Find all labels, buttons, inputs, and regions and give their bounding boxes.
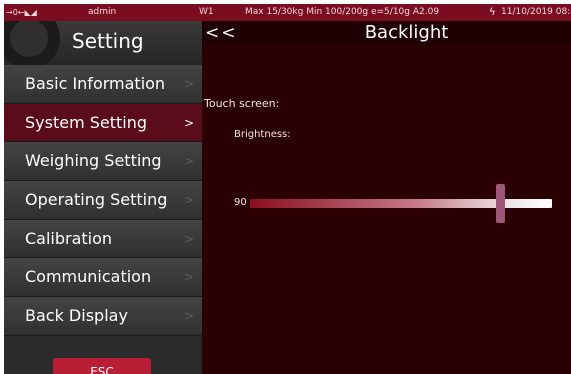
- sidebar-item-label: Operating Setting: [25, 190, 168, 210]
- sidebar-item-label: Weighing Setting: [25, 151, 162, 171]
- chevron-right-icon: >: [184, 115, 195, 130]
- settings-menu: Basic Information > System Setting > Wei…: [4, 65, 202, 336]
- chevron-right-icon: >: [184, 193, 195, 208]
- sidebar-item-label: System Setting: [25, 112, 148, 132]
- sidebar-item-label: Communication: [25, 267, 152, 287]
- chevron-right-icon: >: [184, 77, 195, 91]
- brightness-value: 90: [234, 197, 247, 208]
- chevron-right-icon: >: [184, 231, 195, 246]
- chevron-right-icon: >: [184, 154, 195, 169]
- back-button[interactable]: <<: [205, 21, 238, 45]
- datetime: 11/10/2019 08:4: [501, 7, 571, 17]
- zero-tare-icon: →0←◣◢: [6, 8, 37, 17]
- slider-handle[interactable]: [496, 184, 505, 223]
- brightness-label: Brightness:: [234, 129, 291, 140]
- page-title: Backlight: [364, 22, 449, 43]
- sidebar-item-label: Basic Information: [25, 74, 166, 93]
- sidebar-item-calibration[interactable]: Calibration >: [4, 219, 202, 259]
- chevron-right-icon: >: [184, 309, 195, 324]
- sidebar-item-back-display[interactable]: Back Display >: [4, 297, 202, 336]
- scale-name: W1: [199, 7, 214, 17]
- sidebar-item-label: Calibration: [25, 228, 113, 248]
- status-bar: →0←◣◢ admin W1 Max 15/30kg Min 100/200g …: [4, 4, 571, 21]
- sidebar-item-operating-setting[interactable]: Operating Setting >: [4, 181, 202, 220]
- main-panel: Backlight << Touch screen: Brightness: 9…: [202, 21, 571, 374]
- sidebar-item-weighing-setting[interactable]: Weighing Setting >: [4, 142, 202, 182]
- main-header: Backlight <<: [202, 21, 571, 45]
- sidebar-item-system-setting[interactable]: System Setting >: [4, 103, 202, 143]
- sidebar: Setting Basic Information > System Setti…: [4, 21, 202, 374]
- touch-screen-label: Touch screen:: [204, 97, 280, 110]
- chevron-right-icon: >: [184, 270, 195, 285]
- sidebar-header: Setting: [4, 21, 202, 65]
- slider-track[interactable]: [250, 199, 552, 208]
- esc-button[interactable]: ESC: [53, 358, 151, 374]
- sidebar-item-communication[interactable]: Communication >: [4, 258, 202, 298]
- sidebar-item-label: Back Display: [25, 306, 128, 326]
- sidebar-title: Setting: [72, 29, 144, 53]
- sidebar-item-basic-information[interactable]: Basic Information >: [4, 65, 202, 104]
- scale-specs: Max 15/30kg Min 100/200g e=5/10g A2.09: [245, 7, 440, 17]
- power-icon: ϟ: [489, 7, 496, 18]
- brightness-slider[interactable]: [250, 184, 552, 223]
- settings-logo-icon: [4, 21, 60, 65]
- user-name: admin: [88, 7, 117, 17]
- screen: →0←◣◢ admin W1 Max 15/30kg Min 100/200g …: [4, 4, 571, 374]
